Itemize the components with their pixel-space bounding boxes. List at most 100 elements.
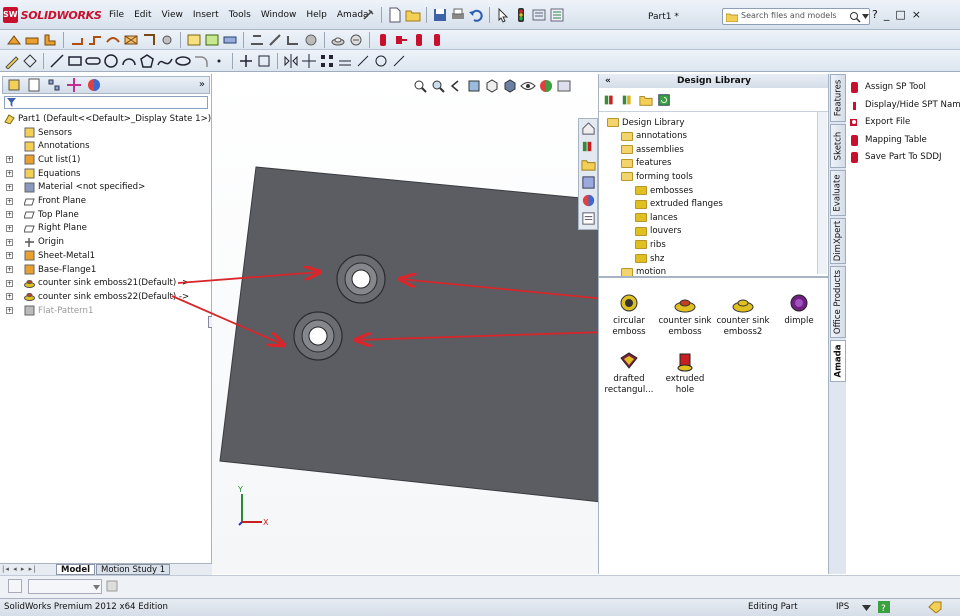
edge-flange-icon[interactable] <box>24 32 40 48</box>
unfold-icon[interactable] <box>186 32 202 48</box>
library-tree-item[interactable]: annotations <box>621 130 687 143</box>
tab-motion-study[interactable]: Motion Study 1 <box>96 564 171 575</box>
expand-toggle-icon[interactable]: + <box>6 211 13 219</box>
tree-item[interactable]: Sensors <box>8 126 72 139</box>
dimxpertmanager-tab-icon[interactable] <box>66 77 82 93</box>
fillet-icon[interactable] <box>193 53 209 69</box>
no-bends-icon[interactable] <box>249 32 265 48</box>
expand-toggle-icon[interactable]: + <box>6 197 13 205</box>
settings-icon[interactable] <box>106 580 118 592</box>
tag-icon[interactable] <box>928 601 942 613</box>
tree-root-part1[interactable]: Part1 (Default<<Default>_Display State 1… <box>4 112 211 125</box>
new-document-icon[interactable] <box>387 7 403 23</box>
offset-icon[interactable] <box>337 53 353 69</box>
status-units[interactable]: IPS <box>836 602 849 612</box>
tree-item[interactable]: + Cut list(1) <box>6 153 80 166</box>
configurationmanager-tab-icon[interactable] <box>46 77 62 93</box>
undo-icon[interactable] <box>468 7 484 23</box>
units-dropdown-icon[interactable] <box>862 602 871 612</box>
display-hide-spt-name-button[interactable]: Display/Hide SPT Name <box>850 98 960 112</box>
expand-toggle-icon[interactable]: + <box>6 170 13 178</box>
tab-scroll-arrows[interactable]: |◂ ◂ ▸ ▸| <box>2 565 36 573</box>
mapping-table-button[interactable]: Mapping Table <box>850 133 927 147</box>
point-icon[interactable] <box>211 53 227 69</box>
sketched-bend-icon[interactable] <box>105 32 121 48</box>
refresh-icon[interactable] <box>657 93 671 107</box>
move-icon[interactable] <box>301 53 317 69</box>
tab-sketch[interactable]: Sketch <box>830 124 846 168</box>
jog-icon[interactable] <box>87 32 103 48</box>
export-file-button[interactable]: Export File <box>850 115 910 129</box>
relations-icon[interactable] <box>355 53 371 69</box>
collapse-pane-icon[interactable]: « <box>605 74 611 88</box>
options-icon[interactable] <box>549 7 565 23</box>
library-tree-item[interactable]: louvers <box>635 225 681 238</box>
vent-icon[interactable] <box>348 32 364 48</box>
expand-toggle-icon[interactable]: + <box>6 307 13 315</box>
help-button[interactable]: ? <box>872 8 878 21</box>
library-tree-item[interactable]: shz <box>635 252 664 265</box>
solidworks-logo[interactable]: SW SOLIDWORKS <box>3 6 102 24</box>
expand-toggle-icon[interactable]: + <box>6 224 13 232</box>
print-icon[interactable] <box>450 7 466 23</box>
base-flange-icon[interactable] <box>6 32 22 48</box>
library-tree-item[interactable]: Design Library <box>607 116 684 129</box>
library-tree-item[interactable]: ribs <box>635 238 666 251</box>
tree-item[interactable]: + Origin <box>6 236 64 249</box>
tab-amada[interactable]: Amada <box>830 340 846 382</box>
repair-sketch-icon[interactable] <box>373 53 389 69</box>
library-item[interactable]: counter sink emboss <box>655 292 715 338</box>
minimize-button[interactable]: _ <box>884 8 890 21</box>
tree-filter-input[interactable] <box>4 96 208 109</box>
amada-export-icon[interactable] <box>393 32 409 48</box>
configuration-dropdown[interactable] <box>28 579 102 594</box>
miter-flange-icon[interactable] <box>42 32 58 48</box>
expand-toggle-icon[interactable]: + <box>6 266 13 273</box>
search-input[interactable]: Search files and models <box>722 8 870 25</box>
rectangle-icon[interactable] <box>67 53 83 69</box>
tree-item[interactable]: + Flat-Pattern1 <box>6 304 93 317</box>
create-folder-icon[interactable] <box>639 93 653 107</box>
design-library-tab-icon[interactable] <box>581 139 596 154</box>
rapid-sketch-icon[interactable] <box>391 53 407 69</box>
tab-office-products[interactable]: Office Products <box>830 266 846 338</box>
cross-break-icon[interactable] <box>123 32 139 48</box>
open-folder-icon[interactable] <box>405 7 421 23</box>
assign-sp-tool-button[interactable]: Assign SP Tool <box>850 80 926 94</box>
amada-red-icon[interactable] <box>375 32 391 48</box>
menu-edit[interactable]: Edit <box>129 8 156 22</box>
library-item[interactable]: drafted rectangul... <box>599 350 659 396</box>
tree-item[interactable]: + Front Plane <box>6 195 86 208</box>
convert-sheet-metal-icon[interactable] <box>303 32 319 48</box>
menu-file[interactable]: File <box>104 8 129 22</box>
trim-icon[interactable] <box>238 53 254 69</box>
expand-panel-icon[interactable]: » <box>199 79 205 90</box>
tree-item[interactable]: + counter sink emboss22(Default) -> <box>6 290 189 303</box>
tree-item[interactable]: + Top Plane <box>6 208 79 221</box>
insert-bends-icon[interactable] <box>285 32 301 48</box>
rip-icon[interactable] <box>267 32 283 48</box>
tab-model[interactable]: Model <box>56 564 96 575</box>
polygon-icon[interactable] <box>139 53 155 69</box>
library-tree-item[interactable]: features <box>621 157 672 170</box>
sketch-icon[interactable] <box>4 53 20 69</box>
displaymanager-tab-icon[interactable] <box>86 77 102 93</box>
library-tree-item[interactable]: forming tools <box>621 170 693 183</box>
library-tree-item[interactable]: lances <box>635 211 678 224</box>
expand-toggle-icon[interactable]: + <box>6 183 13 191</box>
convert-entities-icon[interactable] <box>256 53 272 69</box>
welded-corner-icon[interactable] <box>159 32 175 48</box>
tab-evaluate[interactable]: Evaluate <box>830 170 846 216</box>
help-icon[interactable]: ? <box>878 601 890 613</box>
amada-save-icon[interactable] <box>429 32 445 48</box>
tree-item[interactable]: Annotations <box>8 140 90 153</box>
menu-help[interactable]: Help <box>301 8 332 22</box>
add-file-location-icon[interactable] <box>621 93 635 107</box>
propertymanager-tab-icon[interactable] <box>26 77 42 93</box>
library-item[interactable]: extruded hole <box>655 350 715 396</box>
linear-pattern-icon[interactable] <box>319 53 335 69</box>
collapse-lower-pane-button[interactable] <box>8 579 22 593</box>
library-tree-scrollbar[interactable] <box>817 112 827 274</box>
featuremanager-tab-icon[interactable] <box>6 77 22 93</box>
circle-icon[interactable] <box>103 53 119 69</box>
